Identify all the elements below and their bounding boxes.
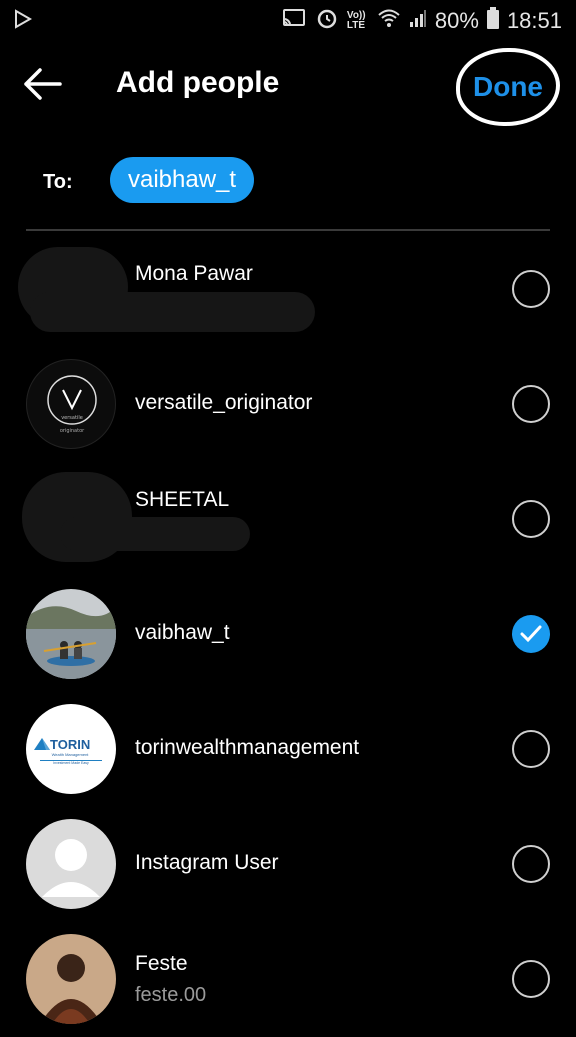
done-button[interactable]: Done [456,48,560,126]
svg-text:Investment Made Easy: Investment Made Easy [53,761,89,765]
user-name: versatile_originator [135,391,313,414]
select-radio[interactable] [512,385,550,423]
user-name: Mona Pawar [135,262,253,285]
wifi-icon [377,8,401,34]
list-item[interactable]: vaibhaw_t [0,577,576,692]
avatar: TORIN Wealth Management Investment Made … [26,704,116,794]
user-name: Instagram User [135,851,279,874]
user-name: torinwealthmanagement [135,736,360,759]
recipient-row: To: vaibhaw_t [0,155,576,205]
kayak-photo [26,589,116,679]
user-name: vaibhaw_t [135,621,230,644]
list-item[interactable]: versatile originator versatile_originato… [0,347,576,462]
list-item[interactable]: Mona Pawar [0,232,576,347]
svg-text:versatile: versatile [61,415,83,421]
back-button[interactable] [20,64,68,104]
redaction-scribble [60,517,250,551]
header: Add people Done [0,40,576,130]
clock: 18:51 [506,8,562,33]
select-radio[interactable] [512,270,550,308]
avatar: versatile originator [26,359,116,449]
portrait-photo [26,934,116,1024]
signal-icon [409,8,427,34]
selected-recipient-chip[interactable]: vaibhaw_t [110,157,255,203]
svg-text:TORIN: TORIN [50,737,90,752]
divider [26,229,550,231]
default-profile-icon [42,839,100,897]
torin-logo: TORIN Wealth Management Investment Made … [34,737,102,765]
checkmark-icon [520,625,542,643]
done-label: Done [473,71,543,102]
list-item[interactable]: SHEETAL [0,462,576,577]
svg-text:Wealth Management: Wealth Management [52,752,90,757]
avatar [26,934,116,1024]
status-bar: Vo)) LTE 80% 18:51 [0,0,576,40]
avatar [26,819,116,909]
list-item[interactable]: TORIN Wealth Management Investment Made … [0,692,576,807]
select-radio[interactable] [512,500,550,538]
list-item[interactable]: Instagram User [0,807,576,922]
select-radio[interactable] [512,730,550,768]
volte-indicator: Vo)) LTE [346,10,366,31]
cast-icon [281,7,307,35]
user-name: SHEETAL [135,488,230,511]
versatile-logo: versatile originator [47,375,97,434]
select-radio-checked[interactable] [512,615,550,653]
page-title: Add people [116,66,280,99]
select-radio[interactable] [512,960,550,998]
select-radio[interactable] [512,845,550,883]
avatar [26,589,116,679]
arrow-left-icon [24,68,62,100]
play-store-icon [12,8,34,35]
alarm-icon [315,6,339,36]
svg-text:originator: originator [60,428,85,434]
user-name: Feste [135,952,188,975]
battery-icon [486,7,499,35]
to-label: To: [43,171,73,193]
redaction-scribble [30,292,315,332]
list-item[interactable]: Feste feste.00 [0,922,576,1037]
user-handle: feste.00 [135,984,207,1006]
battery-percent: 80% [434,8,479,33]
